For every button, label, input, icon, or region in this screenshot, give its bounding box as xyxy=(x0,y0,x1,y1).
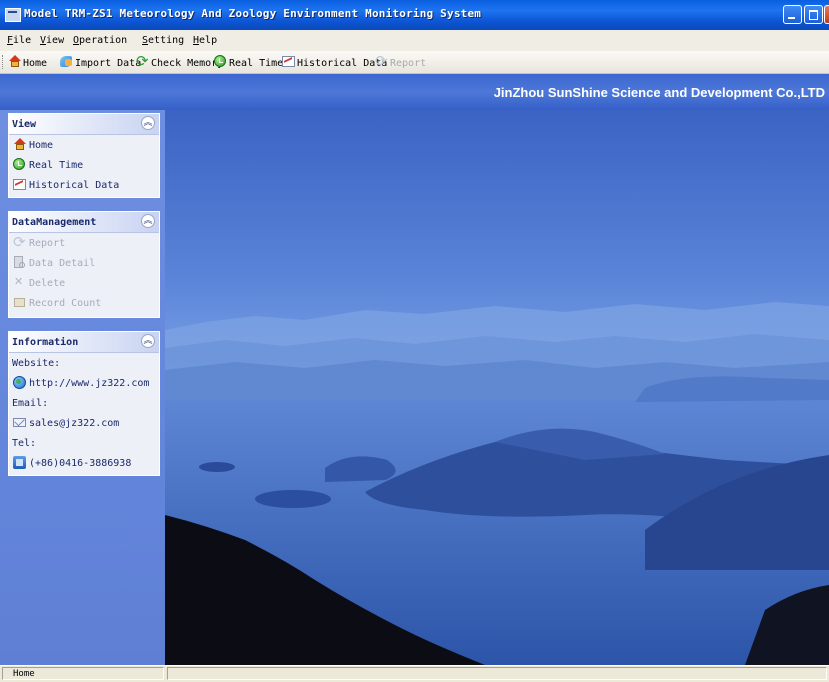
menu-view[interactable]: View xyxy=(40,35,64,46)
website-link[interactable]: http://www.jz322.com xyxy=(9,373,159,393)
email-label: Email: xyxy=(12,398,49,409)
header-banner: JinZhou SunShine Science and Development… xyxy=(0,74,829,110)
delete-icon xyxy=(13,275,27,289)
toolbar-historical-data-button[interactable]: Historical Data xyxy=(282,55,387,70)
sidebar-item-data-detail[interactable]: Data Detail xyxy=(9,253,159,273)
refresh-icon xyxy=(136,52,150,70)
data-management-panel-title: DataManagement xyxy=(12,217,97,228)
menu-bar: File View Operation Setting Help xyxy=(0,30,829,51)
close-button[interactable] xyxy=(824,5,829,24)
status-text: Home xyxy=(13,669,35,679)
count-icon xyxy=(13,296,27,309)
status-panel-left: Home xyxy=(2,667,164,680)
information-panel: Information ︽ Website: http://www.jz322.… xyxy=(8,331,160,476)
collapse-icon[interactable]: ︽ xyxy=(141,214,155,228)
title-bar: Model TRM-ZS1 Meteorology And Zoology En… xyxy=(0,0,829,30)
email-link[interactable]: sales@jz322.com xyxy=(9,413,159,433)
app-icon xyxy=(5,8,21,22)
company-name: JinZhou SunShine Science and Development… xyxy=(493,85,825,100)
view-panel-title: View xyxy=(12,119,37,130)
toolbar-real-time-button[interactable]: Real Time xyxy=(214,55,283,70)
view-panel: View ︽ Home Real Time Historical Data xyxy=(8,113,160,198)
menu-help[interactable]: Help xyxy=(193,35,217,46)
home-icon xyxy=(13,138,27,151)
toolbar-grip[interactable] xyxy=(2,55,5,69)
minimize-button[interactable] xyxy=(783,5,802,24)
website-label: Website: xyxy=(12,358,61,369)
detail-icon xyxy=(13,256,27,269)
sidebar-item-delete[interactable]: Delete xyxy=(9,273,159,293)
report-icon xyxy=(13,233,27,251)
maximize-button[interactable] xyxy=(804,5,823,24)
menu-operation[interactable]: Operation xyxy=(73,35,127,46)
import-icon xyxy=(60,55,74,68)
sidebar-item-real-time[interactable]: Real Time xyxy=(9,155,159,175)
toolbar-home-button[interactable]: Home xyxy=(8,55,47,70)
toolbar-import-data-button[interactable]: Import Data xyxy=(60,55,141,70)
menu-file[interactable]: File xyxy=(7,35,31,46)
toolbar: Home Import Data Check Memory Real Time … xyxy=(0,51,829,74)
sidebar-item-historical-data[interactable]: Historical Data xyxy=(9,175,159,195)
window-title: Model TRM-ZS1 Meteorology And Zoology En… xyxy=(24,7,482,20)
mail-icon xyxy=(13,416,27,429)
menu-setting[interactable]: Setting xyxy=(142,35,184,46)
collapse-icon[interactable]: ︽ xyxy=(141,334,155,348)
view-panel-header[interactable]: View ︽ xyxy=(9,114,159,135)
sidebar-item-record-count[interactable]: Record Count xyxy=(9,293,159,313)
main-content xyxy=(165,110,829,665)
status-bar: Home xyxy=(0,665,829,682)
toolbar-check-memory-button[interactable]: Check Memory xyxy=(136,52,223,70)
sidebar-item-home[interactable]: Home xyxy=(9,135,159,155)
sidebar: View ︽ Home Real Time Historical Data Da… xyxy=(0,110,165,665)
status-panel-right xyxy=(167,667,827,680)
information-panel-title: Information xyxy=(12,337,79,348)
report-icon xyxy=(375,52,389,70)
clock-icon xyxy=(214,55,228,68)
clock-icon xyxy=(13,158,27,171)
landscape-background-image xyxy=(165,110,829,665)
globe-icon xyxy=(13,376,27,389)
tel-label: Tel: xyxy=(12,438,37,449)
toolbar-report-button[interactable]: Report xyxy=(375,52,426,70)
information-panel-header[interactable]: Information ︽ xyxy=(9,332,159,353)
collapse-icon[interactable]: ︽ xyxy=(141,116,155,130)
data-management-panel: DataManagement ︽ Report Data Detail Dele… xyxy=(8,211,160,318)
chart-icon xyxy=(282,55,296,68)
phone-icon xyxy=(13,456,27,469)
chart-icon xyxy=(13,178,27,191)
home-icon xyxy=(8,55,22,68)
tel-value: (+86)0416-3886938 xyxy=(9,453,159,473)
data-management-panel-header[interactable]: DataManagement ︽ xyxy=(9,212,159,233)
sidebar-item-report[interactable]: Report xyxy=(9,233,159,253)
